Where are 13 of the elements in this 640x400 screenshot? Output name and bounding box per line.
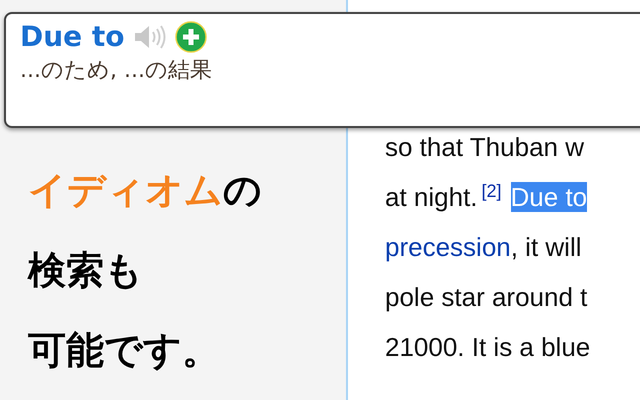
article-text: at night.$^{[2]}$ Due to xyxy=(385,180,588,214)
meaning-text: ...のため, ...の結果 xyxy=(20,57,212,85)
tagline-text: イディオムの xyxy=(28,167,262,214)
term-heading: Due to xyxy=(20,19,125,55)
article-text: 21000. It is a blue xyxy=(385,331,590,364)
tagline-text: 検索も xyxy=(28,247,143,294)
tagline-text: 可能です。 xyxy=(28,327,220,374)
article-text: precession, it will xyxy=(385,231,582,264)
citation-link[interactable]: [2] xyxy=(482,181,502,201)
precession-link[interactable]: precession xyxy=(385,232,511,262)
add-icon[interactable] xyxy=(174,21,207,53)
article-text: pole star around t xyxy=(385,281,588,314)
article-text: so that Thuban w xyxy=(385,131,584,164)
